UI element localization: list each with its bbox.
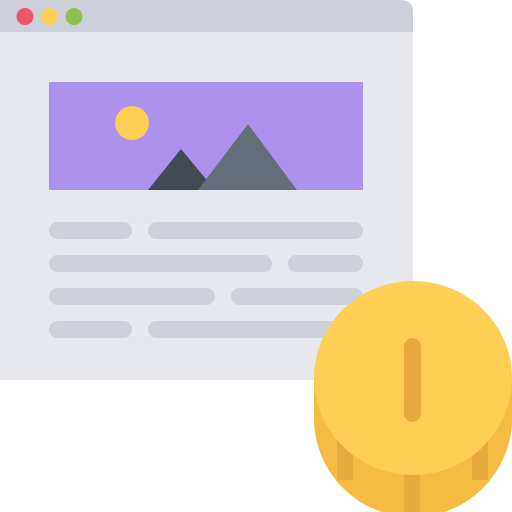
sun-icon [115,106,149,140]
image-sky [49,82,363,190]
text-line [49,288,215,305]
window-close-dot [16,8,34,25]
text-line [148,222,363,239]
window-titlebar [0,0,413,32]
text-line [49,255,272,272]
coin-icon [314,281,512,512]
illustration [0,0,512,512]
text-line [231,288,363,305]
window-maximize-dot [65,8,83,25]
image-placeholder-icon [49,82,363,190]
web-page-coin-illustration [0,0,512,512]
window-minimize-dot [41,8,58,25]
coin-slot [404,338,421,422]
coin-ridge [404,470,420,512]
text-line [288,255,363,272]
text-line [49,321,132,338]
text-line [49,222,132,239]
